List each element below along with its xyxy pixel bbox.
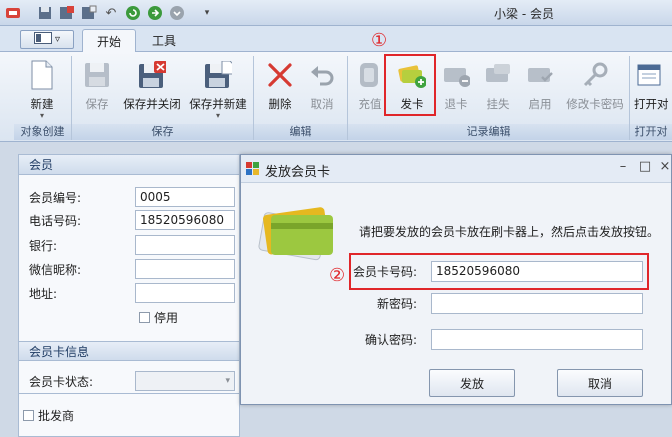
- confirm-password-label: 确认密码:: [364, 332, 417, 347]
- dialog-title: 发放会员卡: [265, 165, 331, 180]
- close-icon[interactable]: ×: [657, 159, 672, 177]
- disabled-row: 停用: [139, 307, 178, 327]
- wholesaler-label: 批发商: [38, 408, 75, 423]
- open-window-icon: [634, 60, 662, 90]
- save-new-button-label: 保存并新建: [189, 97, 247, 111]
- recharge-card-icon: [356, 60, 384, 90]
- recharge-button-label: 充值: [358, 97, 382, 111]
- file-menu-icon: [33, 32, 52, 47]
- enable-button[interactable]: 启用: [512, 58, 568, 120]
- card-status-row: 会员卡状态:: [29, 371, 134, 391]
- issue-button[interactable]: 发放: [429, 369, 515, 397]
- tab-home[interactable]: 开始: [82, 29, 137, 52]
- disabled-label: 停用: [154, 310, 179, 325]
- key-icon: [581, 60, 609, 90]
- save-new-icon: [204, 60, 232, 90]
- wechat-field[interactable]: [135, 259, 235, 279]
- open-object-button[interactable]: 打开对: [634, 58, 672, 120]
- maximize-icon[interactable]: □: [637, 159, 653, 177]
- card-status-label: 会员卡状态:: [29, 374, 94, 389]
- save-close-button[interactable]: 保存并关闭: [123, 58, 181, 120]
- issue-card-dialog: 发放会员卡 – □ × 请把要发放的会员卡放在刷卡器上，然后点击发放按钮。 ② …: [240, 154, 672, 405]
- ribbon-group-label: 对象创建: [14, 124, 71, 140]
- phone-field[interactable]: 18520596080: [135, 210, 235, 230]
- annotation-one: ①: [371, 30, 388, 51]
- card-number-label: 会员卡号码:: [352, 264, 417, 279]
- card-info-section-title: 会员卡信息: [19, 341, 239, 361]
- save-button-label: 保存: [85, 97, 109, 111]
- change-card-password-label: 修改卡密码: [566, 97, 624, 111]
- dialog-app-icon: [246, 162, 260, 176]
- new-button-label: 新建: [30, 97, 54, 111]
- dialog-cancel-button[interactable]: 取消: [557, 369, 643, 397]
- disabled-checkbox[interactable]: [139, 311, 150, 323]
- chevron-down-icon: ▿: [54, 34, 61, 45]
- address-row: 地址:: [29, 283, 134, 303]
- confirm-password-row: 确认密码:: [327, 329, 417, 349]
- divider: [19, 393, 239, 394]
- report-loss-icon: [484, 60, 512, 90]
- new-password-row: 新密码:: [327, 293, 417, 313]
- minimize-icon[interactable]: –: [615, 159, 631, 177]
- member-number-label: 会员编号:: [29, 190, 82, 205]
- ribbon-group-label: 编辑: [254, 124, 347, 140]
- bank-row: 银行:: [29, 235, 134, 255]
- dialog-message: 请把要发放的会员卡放在刷卡器上，然后点击发放按钮。: [359, 225, 660, 239]
- return-card-icon: [442, 60, 470, 90]
- tab-tools[interactable]: 工具: [138, 29, 190, 52]
- save-close-icon: [138, 60, 166, 90]
- report-loss-button-label: 挂失: [486, 97, 510, 111]
- card-number-row: 会员卡号码:: [327, 261, 417, 281]
- return-card-button-label: 退卡: [444, 97, 468, 111]
- new-password-label: 新密码:: [376, 296, 417, 311]
- member-number-field[interactable]: 0005: [135, 187, 235, 207]
- open-object-button-label: 打开对: [634, 97, 669, 111]
- save-icon: [83, 60, 111, 90]
- ribbon-group-label: 记录编辑: [348, 124, 629, 140]
- card-number-field[interactable]: 18520596080: [431, 261, 643, 282]
- chevron-down-icon: ▾: [225, 376, 230, 386]
- change-card-password-button[interactable]: 修改卡密码: [564, 58, 626, 120]
- wholesaler-checkbox[interactable]: [23, 409, 34, 421]
- new-document-icon: [28, 60, 56, 90]
- phone-label: 电话号码:: [29, 213, 82, 228]
- delete-x-icon: [266, 60, 294, 90]
- member-cards-icon: [257, 203, 341, 270]
- member-number-row: 会员编号:: [29, 187, 134, 207]
- save-button[interactable]: 保存: [69, 58, 125, 120]
- chevron-down-icon: ▾: [215, 111, 220, 120]
- address-field[interactable]: [135, 283, 235, 303]
- ribbon-group-label: 保存: [72, 124, 253, 140]
- address-label: 地址:: [29, 286, 58, 301]
- enable-button-label: 启用: [528, 97, 552, 111]
- member-section-title: 会员: [19, 155, 239, 175]
- confirm-password-field[interactable]: [431, 329, 643, 350]
- cancel-edit-button-label: 取消: [310, 97, 334, 111]
- wechat-label: 微信昵称:: [29, 262, 82, 277]
- bank-label: 银行:: [29, 238, 58, 253]
- save-close-button-label: 保存并关闭: [123, 97, 181, 111]
- wechat-row: 微信昵称:: [29, 259, 134, 279]
- card-status-select[interactable]: ▾: [135, 371, 235, 391]
- wholesaler-row: 批发商: [23, 405, 74, 425]
- new-password-field[interactable]: [431, 293, 643, 314]
- bank-field[interactable]: [135, 235, 235, 255]
- phone-row: 电话号码:: [29, 210, 134, 230]
- save-new-button[interactable]: 保存并新建 ▾: [189, 58, 247, 120]
- window-title: 小梁 - 会员: [494, 7, 554, 21]
- ribbon-group-label: 打开对: [630, 124, 672, 140]
- undo-arrow-icon: [308, 60, 336, 90]
- delete-button-label: 删除: [268, 97, 292, 111]
- new-button[interactable]: 新建 ▾: [14, 58, 70, 120]
- enable-card-icon: [526, 60, 554, 90]
- chevron-down-icon: ▾: [39, 111, 44, 120]
- file-menu-button[interactable]: ▿: [20, 30, 74, 49]
- member-panel: 会员 会员编号: 0005 电话号码: 18520596080 银行: 微信昵称…: [18, 154, 240, 437]
